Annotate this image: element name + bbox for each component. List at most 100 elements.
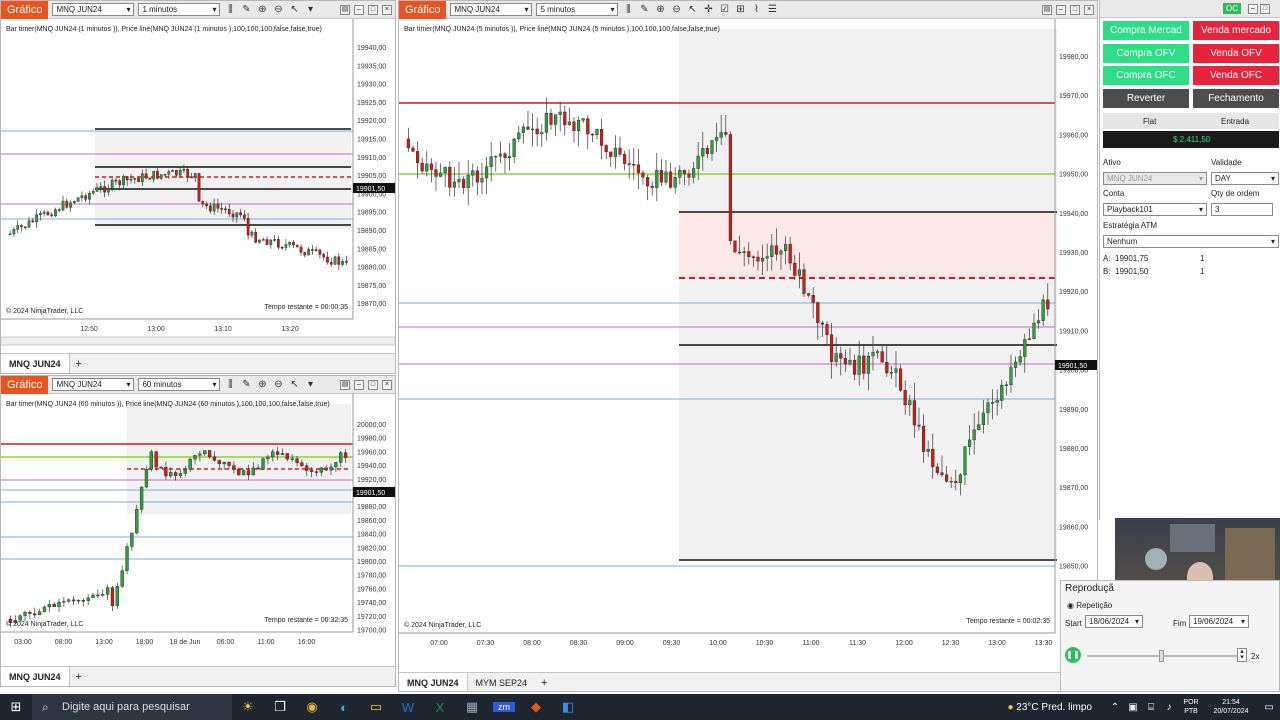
clock[interactable]: 21:54 20/07/2024 [1204, 698, 1258, 716]
dropdown-icon[interactable]: ▾ [304, 379, 316, 390]
app-icon[interactable]: ◧ [552, 699, 584, 715]
tray-app-icon[interactable]: ▣ [1124, 702, 1142, 713]
tab-mym-sep24[interactable]: MYM SEP24 [468, 673, 536, 692]
validity-select[interactable]: DAY [1211, 172, 1279, 185]
add-tab-icon[interactable]: + [70, 358, 88, 370]
task-view-icon[interactable]: ❐ [264, 699, 296, 715]
instrument-select[interactable]: MNQ JUN24 [52, 3, 135, 16]
maximize-icon[interactable]: □ [368, 379, 378, 390]
close-icon[interactable]: × [382, 4, 392, 15]
dropdown-icon[interactable]: ▾ [304, 4, 316, 15]
price-chart[interactable]: 20000,00 19980,00 19960,00 19940,00 19920,00… [1, 394, 395, 668]
zoom-in-icon[interactable]: ⊕ [256, 4, 268, 15]
candle-body [816, 302, 820, 324]
excel-icon[interactable]: X [424, 700, 456, 715]
start-icon[interactable]: ⊞ [0, 699, 32, 715]
sell-ofc-button[interactable]: Venda OFC [1193, 66, 1279, 85]
bar-type-icon[interactable]: ⫼ [224, 379, 236, 390]
pointer-icon[interactable]: ↖ [288, 379, 300, 390]
properties-icon[interactable]: ☑ [718, 4, 730, 15]
account-select[interactable]: Playback101 [1103, 203, 1207, 216]
keyboard-layout[interactable]: POR PTB [1178, 698, 1204, 716]
close-icon[interactable]: × [1084, 4, 1094, 15]
edge-icon[interactable]: ◐ [328, 700, 360, 715]
chrome-icon[interactable]: ◉ [296, 699, 328, 715]
pointer-icon[interactable]: ↖ [686, 4, 698, 15]
chart-menu-button[interactable]: Gráfico [399, 1, 447, 19]
qty-input[interactable]: 3 [1211, 203, 1273, 216]
crosshair-icon[interactable]: ✛ [702, 4, 714, 15]
start-date-select[interactable]: 18/06/2024 [1085, 615, 1143, 628]
speed-slider-handle[interactable] [1159, 650, 1164, 662]
price-chart[interactable]: 19980,00 19970,00 19960,00 19950,00 19940,00… [399, 19, 1097, 671]
repeat-option[interactable]: ◉ Repetição [1067, 601, 1112, 610]
interval-select[interactable]: 60 minutos [138, 378, 221, 391]
minimize-icon[interactable]: – [354, 379, 364, 390]
end-date-select[interactable]: 19/06/2024 [1189, 615, 1249, 628]
instrument-select[interactable]: MNQ JUN24 [450, 3, 533, 16]
weather-widget-icon[interactable]: ☀ [232, 699, 264, 715]
pointer-icon[interactable]: ↖ [288, 4, 300, 15]
candle-body [935, 466, 939, 473]
sell-ofv-button[interactable]: Venda OFV [1193, 44, 1279, 63]
add-tab-icon[interactable]: + [70, 671, 88, 683]
network-icon[interactable]: ⌸ [1142, 702, 1160, 713]
tile-icon[interactable]: ▤ [340, 379, 350, 390]
draw-tool-icon[interactable]: ✎ [240, 379, 252, 390]
reverse-button[interactable]: Reverter [1103, 89, 1189, 108]
zoom-out-icon[interactable]: ⊖ [670, 4, 682, 15]
chart-menu-button[interactable]: Gráfico [1, 1, 49, 19]
taskbar-search[interactable]: ⌕ Digite aqui para pesquisar [32, 694, 232, 720]
volume-icon[interactable]: ♪ [1160, 702, 1178, 713]
speed-stepper[interactable]: ▴ ▾ [1237, 648, 1247, 662]
price-chart[interactable]: 19940,00 19935,00 19930,00 19925,00 19920,00… [1, 19, 395, 355]
close-icon[interactable]: × [382, 379, 392, 390]
indicators-icon[interactable]: ⌇ [750, 4, 762, 15]
add-tab-icon[interactable]: + [535, 677, 553, 689]
maximize-icon[interactable]: □ [368, 4, 378, 15]
interval-select[interactable]: 1 minutos [138, 3, 221, 16]
zoom-app-icon[interactable]: zm [493, 702, 515, 712]
tab-mnq-jun24[interactable]: MNQ JUN24 [1, 666, 70, 686]
ninjatrader-icon[interactable]: ◆ [520, 699, 552, 715]
instrument-select[interactable]: MNQ JUN24 [52, 378, 135, 391]
word-icon[interactable]: W [392, 700, 424, 715]
candle-body [705, 148, 709, 154]
zoom-out-icon[interactable]: ⊖ [272, 4, 284, 15]
close-position-button[interactable]: Fechamento [1193, 89, 1279, 108]
interval-select[interactable]: 5 minutos [536, 3, 619, 16]
buy-ofv-button[interactable]: Compra OFV [1103, 44, 1189, 63]
tile-icon[interactable]: ▤ [1042, 4, 1052, 15]
minimize-icon[interactable]: – [354, 4, 364, 15]
atm-select[interactable]: Nenhum [1103, 235, 1279, 248]
zoom-in-icon[interactable]: ⊕ [654, 4, 666, 15]
buy-ofc-button[interactable]: Compra OFC [1103, 66, 1189, 85]
draw-tool-icon[interactable]: ✎ [638, 4, 650, 15]
tab-mnq-jun24[interactable]: MNQ JUN24 [399, 672, 468, 691]
candle-body [122, 176, 125, 186]
buy-market-button[interactable]: Compra Mercad [1103, 21, 1189, 40]
tab-mnq-jun24[interactable]: MNQ JUN24 [1, 353, 70, 373]
pause-icon[interactable]: ❚❚ [1065, 647, 1081, 663]
notifications-icon[interactable]: ▭ [1258, 702, 1280, 713]
maximize-icon[interactable]: □ [1260, 4, 1270, 14]
bar-type-icon[interactable]: ⫼ [622, 4, 634, 15]
maximize-icon[interactable]: □ [1070, 4, 1080, 15]
zoom-in-icon[interactable]: ⊕ [256, 379, 268, 390]
tile-icon[interactable]: ▤ [340, 4, 350, 15]
zoom-out-icon[interactable]: ⊖ [272, 379, 284, 390]
candle-body [1000, 384, 1004, 401]
sell-market-button[interactable]: Venda mercado [1193, 21, 1279, 40]
minimize-icon[interactable]: – [1056, 4, 1066, 15]
list-icon[interactable]: ☰ [766, 4, 778, 15]
bar-type-icon[interactable]: ⫼ [224, 4, 236, 15]
calculator-icon[interactable]: ▦ [456, 699, 488, 715]
minimize-icon[interactable]: – [1248, 4, 1258, 14]
asset-select[interactable]: MNQ JUN24 [1103, 172, 1207, 185]
chart-menu-button[interactable]: Gráfico [1, 376, 49, 394]
snapshot-icon[interactable]: ⊞ [734, 4, 746, 15]
weather-status[interactable]: ● 23°C Pred. limpo [1007, 702, 1092, 713]
draw-tool-icon[interactable]: ✎ [240, 4, 252, 15]
tray-chevron-icon[interactable]: ⌃ [1106, 702, 1124, 713]
file-explorer-icon[interactable]: ▭ [360, 699, 392, 715]
